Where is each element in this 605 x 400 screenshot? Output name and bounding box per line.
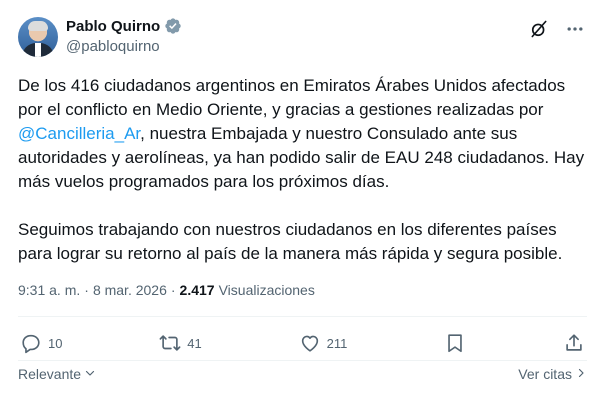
reply-button[interactable]: 10 bbox=[20, 332, 62, 354]
views-label: Visualizaciones bbox=[218, 282, 315, 298]
view-quotes-label: Ver citas bbox=[518, 366, 572, 382]
replies-toolbar: Relevante Ver citas bbox=[18, 366, 587, 382]
name-row: Pablo Quirno bbox=[66, 17, 182, 35]
display-name[interactable]: Pablo Quirno bbox=[66, 18, 160, 35]
top-icons bbox=[529, 19, 585, 39]
divider bbox=[18, 316, 587, 317]
verified-badge-icon bbox=[164, 17, 182, 35]
sort-label: Relevante bbox=[18, 366, 82, 382]
heart-icon bbox=[299, 332, 321, 354]
tweet-text-part-1: De los 416 ciudadanos argentinos en Emir… bbox=[18, 76, 566, 119]
tweet-time[interactable]: 9:31 a. m. bbox=[18, 282, 80, 298]
more-icon[interactable] bbox=[565, 19, 585, 39]
avatar-hair bbox=[28, 21, 48, 31]
action-bar: 10 41 211 bbox=[20, 331, 585, 355]
bookmark-icon bbox=[444, 332, 466, 354]
view-quotes-link[interactable]: Ver citas bbox=[518, 366, 587, 382]
share-icon bbox=[563, 332, 585, 354]
repost-icon bbox=[159, 332, 181, 354]
divider bbox=[18, 360, 587, 361]
tweet-paragraph-2: Seguimos trabajando con nuestros ciudada… bbox=[18, 220, 563, 263]
chevron-right-icon bbox=[575, 366, 587, 382]
tweet-meta: 9:31 a. m. · 8 mar. 2026 · 2.417 Visuali… bbox=[18, 282, 315, 298]
reply-icon bbox=[20, 332, 42, 354]
meta-separator: · bbox=[170, 282, 176, 298]
mention-link[interactable]: @Cancilleria_Ar bbox=[18, 124, 140, 143]
avatar-shirt bbox=[35, 43, 41, 57]
tweet-paragraph-1: De los 416 ciudadanos argentinos en Emir… bbox=[18, 74, 590, 194]
sort-dropdown[interactable]: Relevante bbox=[18, 366, 96, 382]
like-count: 211 bbox=[326, 335, 348, 351]
views-count: 2.417 bbox=[179, 282, 215, 298]
author-handle[interactable]: @pabloquirno bbox=[66, 38, 160, 55]
like-button[interactable]: 211 bbox=[299, 332, 348, 354]
bookmark-button[interactable] bbox=[444, 332, 466, 354]
repost-button[interactable]: 41 bbox=[159, 332, 202, 354]
share-button[interactable] bbox=[563, 332, 585, 354]
tweet-date[interactable]: 8 mar. 2026 bbox=[93, 282, 167, 298]
reply-count: 10 bbox=[48, 335, 63, 351]
tweet-text: De los 416 ciudadanos argentinos en Emir… bbox=[18, 74, 590, 266]
avatar[interactable] bbox=[18, 17, 58, 57]
grok-icon[interactable] bbox=[529, 19, 549, 39]
meta-separator: · bbox=[84, 282, 89, 298]
repost-count: 41 bbox=[187, 335, 202, 351]
chevron-down-icon bbox=[84, 366, 96, 382]
